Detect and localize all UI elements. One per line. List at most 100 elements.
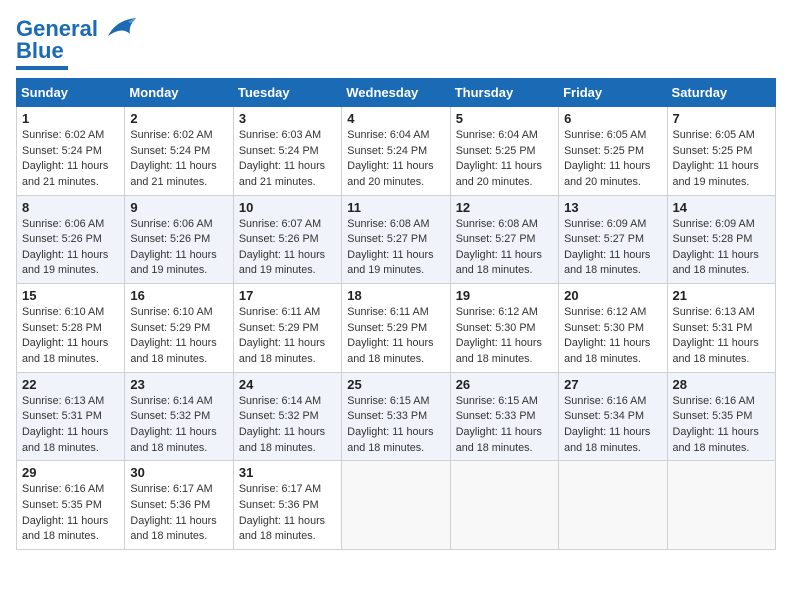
calendar-cell: 20 Sunrise: 6:12 AMSunset: 5:30 PMDaylig…	[559, 284, 667, 373]
calendar-cell: 16 Sunrise: 6:10 AMSunset: 5:29 PMDaylig…	[125, 284, 233, 373]
day-info: Sunrise: 6:08 AMSunset: 5:27 PMDaylight:…	[456, 218, 542, 277]
calendar-cell: 1 Sunrise: 6:02 AMSunset: 5:24 PMDayligh…	[17, 107, 125, 196]
day-info: Sunrise: 6:08 AMSunset: 5:27 PMDaylight:…	[347, 218, 433, 277]
day-info: Sunrise: 6:17 AMSunset: 5:36 PMDaylight:…	[239, 483, 325, 542]
day-number: 6	[564, 111, 661, 126]
calendar-cell: 10 Sunrise: 6:07 AMSunset: 5:26 PMDaylig…	[233, 195, 341, 284]
day-number: 20	[564, 288, 661, 303]
calendar-col-monday: Monday	[125, 79, 233, 107]
day-info: Sunrise: 6:12 AMSunset: 5:30 PMDaylight:…	[564, 306, 650, 365]
day-info: Sunrise: 6:14 AMSunset: 5:32 PMDaylight:…	[130, 395, 216, 454]
calendar-cell: 26 Sunrise: 6:15 AMSunset: 5:33 PMDaylig…	[450, 372, 558, 461]
day-info: Sunrise: 6:10 AMSunset: 5:29 PMDaylight:…	[130, 306, 216, 365]
calendar-cell	[342, 461, 450, 550]
day-info: Sunrise: 6:09 AMSunset: 5:27 PMDaylight:…	[564, 218, 650, 277]
day-number: 25	[347, 377, 444, 392]
day-info: Sunrise: 6:06 AMSunset: 5:26 PMDaylight:…	[130, 218, 216, 277]
day-info: Sunrise: 6:16 AMSunset: 5:35 PMDaylight:…	[673, 395, 759, 454]
day-number: 9	[130, 200, 227, 215]
calendar-cell: 4 Sunrise: 6:04 AMSunset: 5:24 PMDayligh…	[342, 107, 450, 196]
page-header: General Blue	[16, 16, 776, 70]
calendar-col-tuesday: Tuesday	[233, 79, 341, 107]
day-info: Sunrise: 6:04 AMSunset: 5:24 PMDaylight:…	[347, 129, 433, 188]
day-number: 30	[130, 465, 227, 480]
day-info: Sunrise: 6:09 AMSunset: 5:28 PMDaylight:…	[673, 218, 759, 277]
day-number: 14	[673, 200, 770, 215]
calendar-cell: 15 Sunrise: 6:10 AMSunset: 5:28 PMDaylig…	[17, 284, 125, 373]
day-info: Sunrise: 6:10 AMSunset: 5:28 PMDaylight:…	[22, 306, 108, 365]
day-number: 23	[130, 377, 227, 392]
day-number: 1	[22, 111, 119, 126]
calendar-cell: 25 Sunrise: 6:15 AMSunset: 5:33 PMDaylig…	[342, 372, 450, 461]
calendar-cell: 14 Sunrise: 6:09 AMSunset: 5:28 PMDaylig…	[667, 195, 775, 284]
day-info: Sunrise: 6:15 AMSunset: 5:33 PMDaylight:…	[347, 395, 433, 454]
week-row-5: 29 Sunrise: 6:16 AMSunset: 5:35 PMDaylig…	[17, 461, 776, 550]
day-info: Sunrise: 6:05 AMSunset: 5:25 PMDaylight:…	[673, 129, 759, 188]
calendar-table: SundayMondayTuesdayWednesdayThursdayFrid…	[16, 78, 776, 550]
calendar-col-sunday: Sunday	[17, 79, 125, 107]
day-info: Sunrise: 6:14 AMSunset: 5:32 PMDaylight:…	[239, 395, 325, 454]
day-number: 17	[239, 288, 336, 303]
day-info: Sunrise: 6:13 AMSunset: 5:31 PMDaylight:…	[673, 306, 759, 365]
calendar-cell: 11 Sunrise: 6:08 AMSunset: 5:27 PMDaylig…	[342, 195, 450, 284]
day-number: 22	[22, 377, 119, 392]
calendar-col-friday: Friday	[559, 79, 667, 107]
week-row-1: 1 Sunrise: 6:02 AMSunset: 5:24 PMDayligh…	[17, 107, 776, 196]
day-number: 16	[130, 288, 227, 303]
calendar-cell: 28 Sunrise: 6:16 AMSunset: 5:35 PMDaylig…	[667, 372, 775, 461]
day-number: 12	[456, 200, 553, 215]
calendar-cell: 6 Sunrise: 6:05 AMSunset: 5:25 PMDayligh…	[559, 107, 667, 196]
day-number: 5	[456, 111, 553, 126]
logo-underline	[16, 66, 68, 70]
day-info: Sunrise: 6:11 AMSunset: 5:29 PMDaylight:…	[347, 306, 433, 365]
day-info: Sunrise: 6:04 AMSunset: 5:25 PMDaylight:…	[456, 129, 542, 188]
calendar-cell: 7 Sunrise: 6:05 AMSunset: 5:25 PMDayligh…	[667, 107, 775, 196]
calendar-cell: 17 Sunrise: 6:11 AMSunset: 5:29 PMDaylig…	[233, 284, 341, 373]
day-info: Sunrise: 6:05 AMSunset: 5:25 PMDaylight:…	[564, 129, 650, 188]
day-info: Sunrise: 6:02 AMSunset: 5:24 PMDaylight:…	[22, 129, 108, 188]
day-number: 24	[239, 377, 336, 392]
day-info: Sunrise: 6:16 AMSunset: 5:35 PMDaylight:…	[22, 483, 108, 542]
day-number: 3	[239, 111, 336, 126]
day-number: 4	[347, 111, 444, 126]
day-info: Sunrise: 6:16 AMSunset: 5:34 PMDaylight:…	[564, 395, 650, 454]
calendar-cell	[559, 461, 667, 550]
calendar-cell: 9 Sunrise: 6:06 AMSunset: 5:26 PMDayligh…	[125, 195, 233, 284]
calendar-col-wednesday: Wednesday	[342, 79, 450, 107]
day-number: 8	[22, 200, 119, 215]
calendar-cell: 29 Sunrise: 6:16 AMSunset: 5:35 PMDaylig…	[17, 461, 125, 550]
day-info: Sunrise: 6:15 AMSunset: 5:33 PMDaylight:…	[456, 395, 542, 454]
day-info: Sunrise: 6:17 AMSunset: 5:36 PMDaylight:…	[130, 483, 216, 542]
day-info: Sunrise: 6:06 AMSunset: 5:26 PMDaylight:…	[22, 218, 108, 277]
calendar-col-saturday: Saturday	[667, 79, 775, 107]
week-row-3: 15 Sunrise: 6:10 AMSunset: 5:28 PMDaylig…	[17, 284, 776, 373]
day-info: Sunrise: 6:13 AMSunset: 5:31 PMDaylight:…	[22, 395, 108, 454]
day-number: 26	[456, 377, 553, 392]
day-number: 11	[347, 200, 444, 215]
day-number: 10	[239, 200, 336, 215]
calendar-cell: 31 Sunrise: 6:17 AMSunset: 5:36 PMDaylig…	[233, 461, 341, 550]
calendar-cell: 27 Sunrise: 6:16 AMSunset: 5:34 PMDaylig…	[559, 372, 667, 461]
day-info: Sunrise: 6:07 AMSunset: 5:26 PMDaylight:…	[239, 218, 325, 277]
calendar-cell: 8 Sunrise: 6:06 AMSunset: 5:26 PMDayligh…	[17, 195, 125, 284]
day-number: 18	[347, 288, 444, 303]
calendar-cell: 21 Sunrise: 6:13 AMSunset: 5:31 PMDaylig…	[667, 284, 775, 373]
week-row-2: 8 Sunrise: 6:06 AMSunset: 5:26 PMDayligh…	[17, 195, 776, 284]
day-number: 31	[239, 465, 336, 480]
day-info: Sunrise: 6:02 AMSunset: 5:24 PMDaylight:…	[130, 129, 216, 188]
calendar-cell: 5 Sunrise: 6:04 AMSunset: 5:25 PMDayligh…	[450, 107, 558, 196]
calendar-cell: 24 Sunrise: 6:14 AMSunset: 5:32 PMDaylig…	[233, 372, 341, 461]
day-number: 27	[564, 377, 661, 392]
calendar-cell: 12 Sunrise: 6:08 AMSunset: 5:27 PMDaylig…	[450, 195, 558, 284]
day-number: 21	[673, 288, 770, 303]
day-number: 28	[673, 377, 770, 392]
day-info: Sunrise: 6:12 AMSunset: 5:30 PMDaylight:…	[456, 306, 542, 365]
calendar-header-row: SundayMondayTuesdayWednesdayThursdayFrid…	[17, 79, 776, 107]
day-number: 13	[564, 200, 661, 215]
calendar-cell: 23 Sunrise: 6:14 AMSunset: 5:32 PMDaylig…	[125, 372, 233, 461]
calendar-cell: 2 Sunrise: 6:02 AMSunset: 5:24 PMDayligh…	[125, 107, 233, 196]
logo: General Blue	[16, 16, 138, 70]
week-row-4: 22 Sunrise: 6:13 AMSunset: 5:31 PMDaylig…	[17, 372, 776, 461]
calendar-cell: 13 Sunrise: 6:09 AMSunset: 5:27 PMDaylig…	[559, 195, 667, 284]
calendar-cell: 30 Sunrise: 6:17 AMSunset: 5:36 PMDaylig…	[125, 461, 233, 550]
